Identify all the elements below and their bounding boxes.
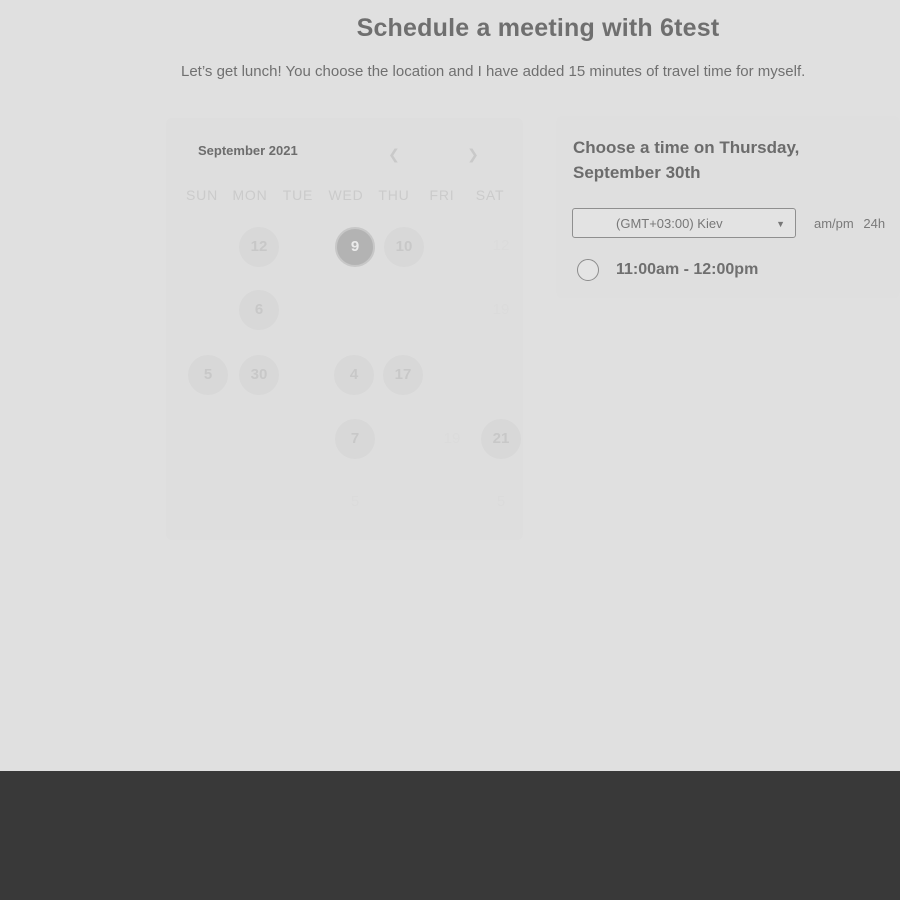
timezone-value: (GMT+03:00) Kiev [616,216,723,231]
timezone-select[interactable]: (GMT+03:00) Kiev ▼ [572,208,796,238]
weekday-label: MON [232,187,268,203]
page-title: Schedule a meeting with 6test [356,14,720,42]
caret-down-icon: ▼ [776,219,785,229]
calendar-day: 5 [496,493,506,510]
page-footer [0,771,900,900]
format-12h-option[interactable]: am/pm [814,216,854,231]
calendar-day: 19 [443,430,461,447]
calendar-day[interactable]: 17 [383,355,423,395]
calendar-day: 5 [350,493,360,510]
calendar-panel: September 2021 ❮ ❯ SUN MON TUE WED THU F… [166,118,523,540]
weekday-label: FRI [429,187,455,203]
calendar-day[interactable]: 4 [334,355,374,395]
time-slot-label: 11:00am - 12:00pm [616,261,759,278]
calendar-day[interactable]: 7 [335,419,375,459]
time-slot-panel: Choose a time on Thursday, September 30t… [556,116,900,298]
weekday-label: WED [328,187,364,203]
calendar-day-selected[interactable]: 9 [335,227,375,267]
calendar-day[interactable]: 21 [481,419,521,459]
radio-button[interactable] [577,259,599,281]
calendar-day[interactable]: 10 [384,227,424,267]
calendar-day[interactable]: 30 [239,355,279,395]
calendar-month-label: September 2021 [198,143,298,158]
calendar-day[interactable]: 6 [239,290,279,330]
weekday-header: SUN MON TUE WED THU FRI SAT [178,187,518,207]
page-subtitle: Let’s get lunch! You choose the location… [181,63,806,80]
weekday-label: SUN [186,187,218,203]
chevron-right-icon[interactable]: ❯ [461,142,485,166]
format-24h-option[interactable]: 24h [863,216,885,231]
scheduling-page: Schedule a meeting with 6test Let’s get … [0,0,900,771]
time-panel-heading: Choose a time on Thursday, September 30t… [573,138,800,182]
calendar-day[interactable]: 5 [188,355,228,395]
chevron-left-icon[interactable]: ❮ [382,142,406,166]
calendar-day: 12 [492,237,510,254]
calendar-day: 19 [492,301,510,318]
weekday-label: TUE [282,187,314,203]
weekday-label: SAT [475,187,505,203]
weekday-label: THU [378,187,410,203]
calendar-day[interactable]: 12 [239,227,279,267]
time-format-toggle: am/pm 24h [814,216,891,231]
